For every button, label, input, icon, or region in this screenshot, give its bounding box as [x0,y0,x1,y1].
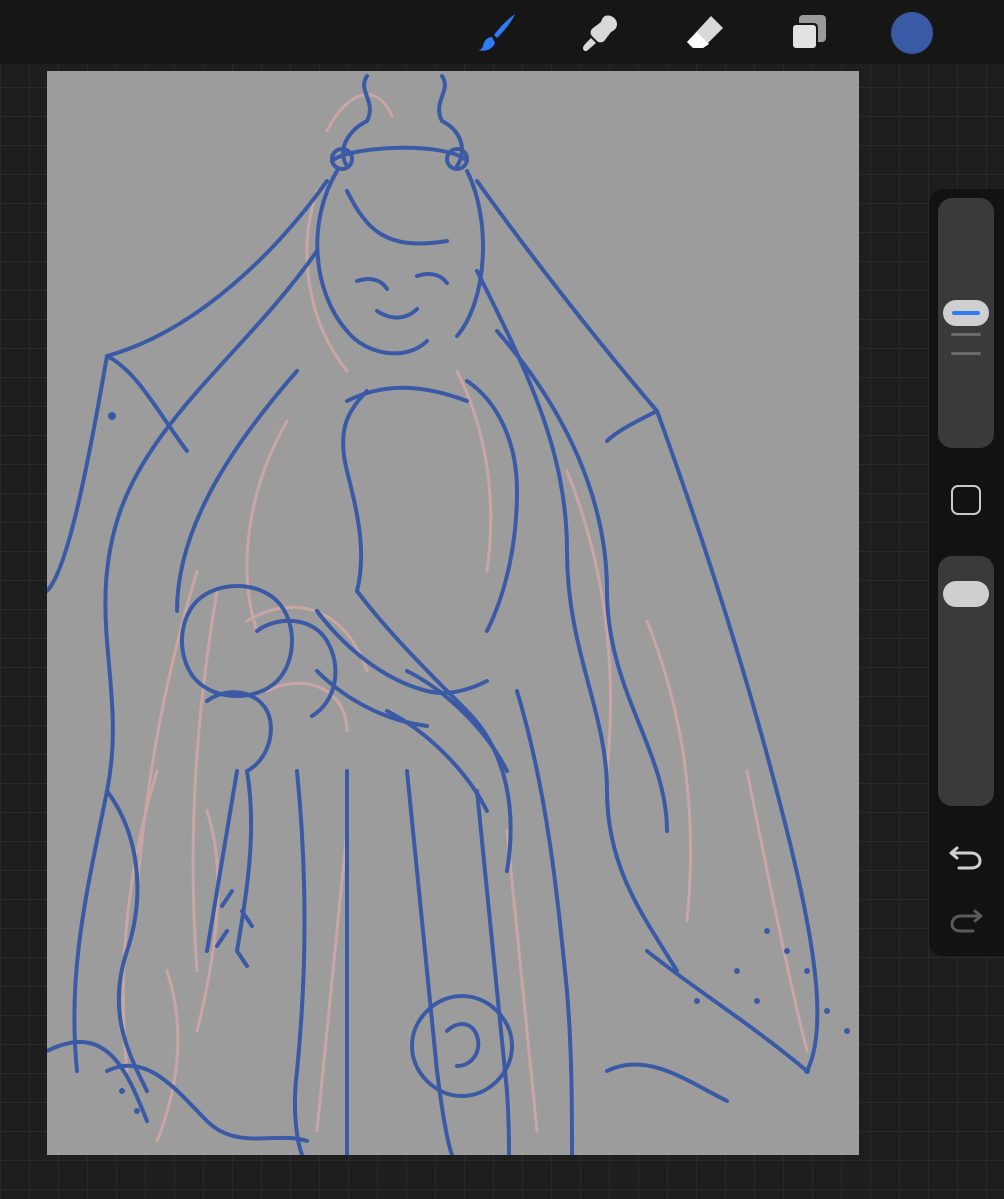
smudge-icon [583,15,617,52]
smudge-tool-button[interactable] [579,10,623,54]
brush-size-slider[interactable] [938,198,994,448]
brush-icon [478,14,515,51]
redo-icon [950,909,983,933]
opacity-slider[interactable] [938,556,994,806]
brush-sidebar [929,189,1004,956]
sketch-artwork [47,71,859,1155]
drawing-canvas[interactable] [47,71,859,1155]
brush-tool-button[interactable] [475,10,519,54]
brush-size-thumb[interactable] [943,299,989,326]
opacity-thumb[interactable] [943,580,989,607]
slider-tick [951,333,981,336]
layers-icon [791,15,826,50]
canvas-background [47,71,859,1155]
undo-icon [949,846,982,870]
brush-size-indicator [952,310,980,315]
top-toolbar [0,0,1004,64]
color-swatch[interactable] [891,12,933,54]
layers-tool-button[interactable] [787,10,831,54]
slider-tick [951,352,981,355]
eraser-tool-button[interactable] [683,10,727,54]
undo-button[interactable] [947,840,985,872]
modify-square-icon[interactable] [951,485,981,515]
eraser-icon [687,16,723,48]
redo-button[interactable] [947,903,985,935]
